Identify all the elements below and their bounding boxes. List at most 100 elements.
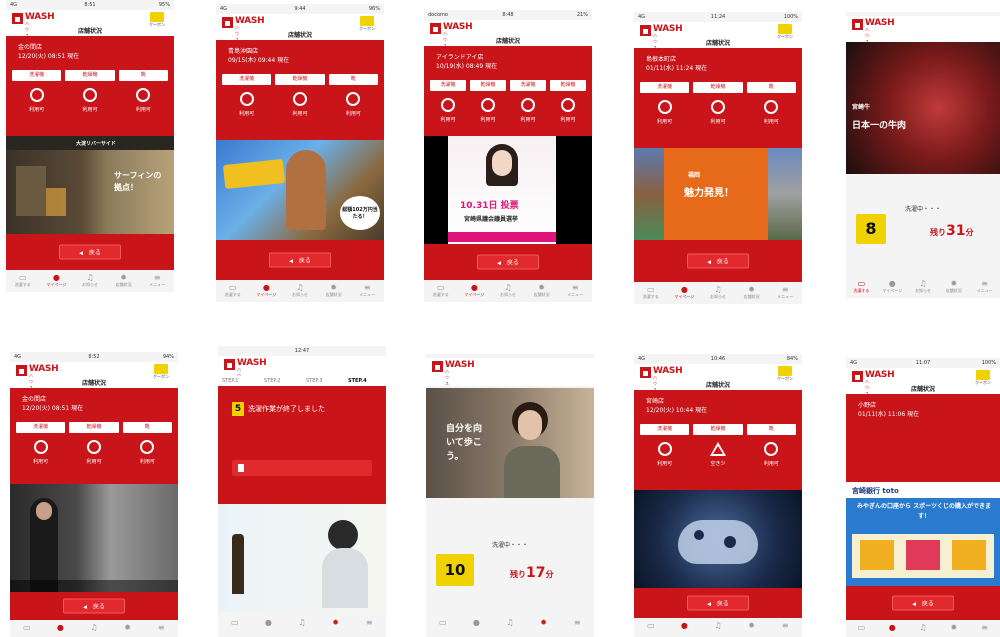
- tab-wash[interactable]: ▭: [10, 620, 44, 637]
- tab-menu[interactable]: ≡ メニュー: [140, 270, 174, 292]
- status-bar: 4G 8:52 94%: [14, 354, 174, 360]
- tab-store[interactable]: ✹ 店舗状況: [938, 276, 969, 298]
- tab-mypage[interactable]: ●: [460, 615, 494, 637]
- washer-button[interactable]: 洗濯機: [430, 80, 466, 91]
- shoe-button[interactable]: 靴: [118, 70, 168, 81]
- tab-menu[interactable]: ≡ メニュー: [969, 276, 1000, 298]
- tab-store[interactable]: ✹: [938, 620, 969, 637]
- tab-store[interactable]: ✹: [111, 620, 145, 637]
- gear-icon: ✹: [748, 285, 755, 294]
- tab-wash[interactable]: ▭: [426, 615, 460, 637]
- dryer-button[interactable]: 乾燥機: [65, 70, 115, 81]
- tab-mypage[interactable]: ● マイページ: [668, 282, 702, 304]
- tab-news[interactable]: ♫ お知らせ: [908, 276, 939, 298]
- washer-button[interactable]: 洗濯機: [510, 80, 546, 91]
- page-title: 店舗状況: [705, 382, 730, 389]
- ad-banner[interactable]: [218, 504, 386, 612]
- washer-button[interactable]: 洗濯機: [12, 70, 62, 81]
- ad-banner[interactable]: 宮崎銀行 toto みやぎんの口座から スポーツくじの購入ができます！: [846, 482, 1000, 586]
- shoe-button[interactable]: 靴: [746, 82, 796, 93]
- tab-wash[interactable]: ▭ 洗濯する: [634, 282, 668, 304]
- tab-store[interactable]: ✹ 店舗状況: [735, 282, 769, 304]
- tab-news[interactable]: ♫ お知らせ: [283, 280, 317, 302]
- tab-menu[interactable]: ≡ メニュー: [350, 280, 384, 302]
- back-button[interactable]: ◀ 戻る: [892, 595, 954, 611]
- ad-banner[interactable]: 日本一の牛肉 宮崎牛: [846, 42, 1000, 174]
- tab-mypage[interactable]: ●: [877, 620, 908, 637]
- dryer-button[interactable]: 乾燥機: [470, 80, 506, 91]
- tab-news[interactable]: ♫: [77, 620, 111, 637]
- document-icon: [238, 464, 244, 472]
- tab-mypage[interactable]: ●: [44, 620, 78, 637]
- tab-mypage[interactable]: ●: [668, 618, 702, 637]
- tab-menu[interactable]: ≡: [144, 620, 178, 637]
- tab-news[interactable]: ♫ お知らせ: [73, 270, 107, 292]
- house-icon: [222, 17, 233, 28]
- back-button[interactable]: ◀ 戻る: [59, 244, 121, 260]
- tab-wash[interactable]: ▭ 洗濯する: [424, 280, 458, 302]
- ad-banner[interactable]: 自分を向いて歩こう。: [426, 388, 594, 498]
- dryer-button[interactable]: 乾燥機: [275, 74, 325, 85]
- tab-news[interactable]: ♫: [493, 615, 527, 637]
- back-button[interactable]: ◀ 戻る: [687, 253, 749, 269]
- ad-banner[interactable]: [10, 484, 178, 592]
- tab-store[interactable]: ✹: [319, 615, 353, 637]
- back-button[interactable]: ◀ 戻る: [63, 598, 125, 614]
- tab-store[interactable]: ✹ 店舗状況: [317, 280, 351, 302]
- shoe-button[interactable]: 靴: [328, 74, 378, 85]
- dryer-button[interactable]: 乾燥機: [69, 422, 119, 433]
- tab-store[interactable]: ✹: [527, 615, 561, 637]
- tab-wash[interactable]: ▭: [846, 620, 877, 637]
- tab-menu[interactable]: ≡: [768, 618, 802, 637]
- tab-mypage[interactable]: ● マイページ: [877, 276, 908, 298]
- phone-5: WASH ハウス 日本一の牛肉 宮崎牛 洗濯中・・・ 8 残り31分 ▭洗濯する…: [846, 12, 1000, 298]
- available-icon: [561, 98, 575, 112]
- tab-store[interactable]: ✹ 店舗状況: [107, 270, 141, 292]
- washer-button[interactable]: 洗濯機: [222, 74, 272, 85]
- tab-store[interactable]: ✹ 店舗状況: [525, 280, 559, 302]
- coupon-icon: [778, 366, 792, 376]
- washer-button[interactable]: 洗濯機: [16, 422, 66, 433]
- dryer-button[interactable]: 乾燥機: [693, 424, 743, 435]
- tab-menu[interactable]: ≡: [560, 615, 594, 637]
- dryer-button[interactable]: 乾燥機: [693, 82, 743, 93]
- washer-button[interactable]: 洗濯機: [640, 424, 690, 435]
- tab-menu[interactable]: ≡: [352, 615, 386, 637]
- tab-menu[interactable]: ≡: [969, 620, 1000, 637]
- shoe-button[interactable]: 靴: [122, 422, 172, 433]
- shoe-button[interactable]: 靴: [746, 424, 796, 435]
- tab-wash[interactable]: ▭: [218, 615, 252, 637]
- ad-banner[interactable]: 福岡 魅力発見！: [634, 148, 802, 240]
- tab-news[interactable]: ♫ お知らせ: [701, 282, 735, 304]
- back-button[interactable]: ◀ 戻る: [269, 252, 331, 268]
- back-arrow-icon: ◀: [79, 250, 83, 257]
- tab-wash[interactable]: ▭ 洗濯する: [846, 276, 877, 298]
- tab-store[interactable]: ✹: [735, 618, 769, 637]
- ad-banner[interactable]: [634, 490, 802, 588]
- ad-banner[interactable]: 総額102万円当たる！: [216, 140, 384, 240]
- back-button[interactable]: ◀ 戻る: [477, 254, 539, 270]
- tab-news[interactable]: ♫: [908, 620, 939, 637]
- person-icon: ●: [888, 623, 896, 632]
- tab-wash[interactable]: ▭ 洗濯する: [216, 280, 250, 302]
- tab-wash[interactable]: ▭: [634, 618, 668, 637]
- tab-news[interactable]: ♫: [701, 618, 735, 637]
- tab-news[interactable]: ♫: [285, 615, 319, 637]
- tab-menu[interactable]: ≡ メニュー: [558, 280, 592, 302]
- washer-button[interactable]: 洗濯機: [640, 82, 690, 93]
- page-title: 店舗状況: [495, 38, 520, 45]
- ad-banner[interactable]: 大淀リバーサイド サーフィンの拠点！: [6, 136, 174, 234]
- tab-wash[interactable]: ▭ 洗濯する: [6, 270, 40, 292]
- done-action-button[interactable]: [232, 460, 372, 476]
- menu-icon: ≡: [781, 621, 789, 630]
- tab-mypage[interactable]: ●: [252, 615, 286, 637]
- tab-mypage[interactable]: ● マイページ: [40, 270, 74, 292]
- back-button[interactable]: ◀ 戻る: [687, 595, 749, 611]
- tab-mypage[interactable]: ● マイページ: [458, 280, 492, 302]
- tab-menu[interactable]: ≡ メニュー: [768, 282, 802, 304]
- tab-news[interactable]: ♫ お知らせ: [491, 280, 525, 302]
- ad-banner[interactable]: 10.31日 投票 宮崎県議会議員選挙: [424, 136, 592, 244]
- tab-mypage[interactable]: ● マイページ: [250, 280, 284, 302]
- dryer-button[interactable]: 乾燥機: [550, 80, 586, 91]
- washing-screen: 洗濯中・・・ 10 残り17分: [426, 498, 594, 615]
